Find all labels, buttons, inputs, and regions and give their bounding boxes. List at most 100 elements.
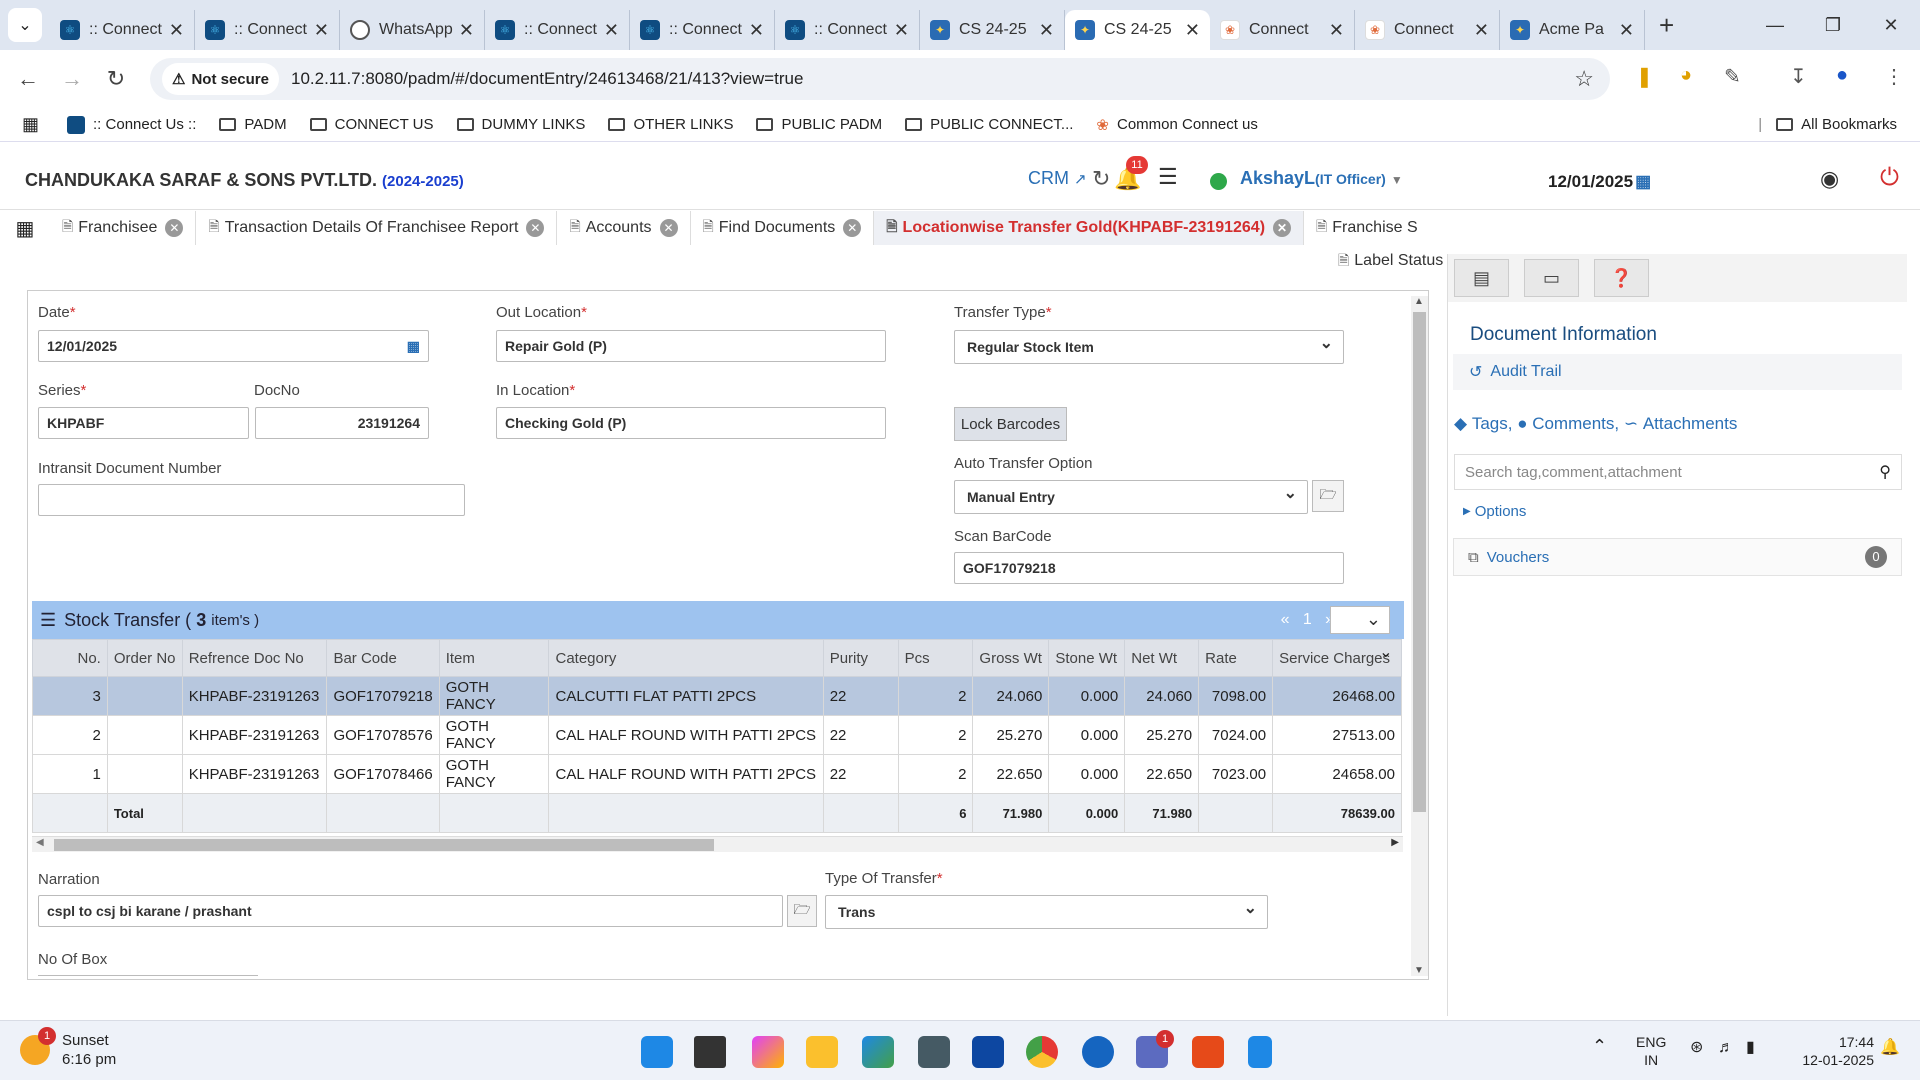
bookmark-folder[interactable]: CONNECT US xyxy=(309,116,434,133)
close-window-button[interactable]: ✕ xyxy=(1862,0,1920,50)
type-of-transfer-select[interactable]: Trans xyxy=(825,895,1268,929)
chevron-up-icon[interactable]: ⌃ xyxy=(1592,1037,1607,1055)
col-header[interactable]: Category xyxy=(548,639,824,677)
audit-trail-link[interactable]: ↺ Audit Trail xyxy=(1453,354,1902,390)
new-tab-button[interactable]: + xyxy=(1659,10,1674,41)
scroll-thumb[interactable] xyxy=(1413,312,1426,812)
col-header[interactable]: Purity xyxy=(822,639,899,677)
transfer-type-select[interactable]: Regular Stock Item xyxy=(954,330,1344,364)
scroll-thumb[interactable] xyxy=(54,839,714,851)
browser-tab[interactable]: ⚛:: Connect ✕ xyxy=(775,10,920,50)
teams-icon[interactable]: 1 xyxy=(1136,1030,1174,1068)
notification-bell-icon[interactable]: 🔔 xyxy=(1880,1039,1900,1057)
close-tab-icon[interactable]: ✕ xyxy=(659,219,678,237)
bookmark-folder[interactable]: PUBLIC PADM xyxy=(756,116,882,133)
side-tab-help[interactable]: ❓ xyxy=(1594,259,1649,297)
extension-icon[interactable]: ◕ xyxy=(1680,64,1692,87)
list-menu-icon[interactable]: ☰ xyxy=(1158,164,1178,190)
col-header[interactable]: Item xyxy=(438,639,550,677)
clock[interactable]: 17:44 12-01-2025 xyxy=(1786,1033,1874,1069)
pagination[interactable]: « 1 » xyxy=(1281,611,1334,629)
side-tab-book[interactable]: ▭ xyxy=(1524,259,1579,297)
table-row[interactable]: 3 KHPABF-23191263 GOF17079218 GOTH FANCY… xyxy=(32,676,1403,716)
download-icon[interactable]: ↧ xyxy=(1790,64,1807,89)
narration-field[interactable]: cspl to csj bi karane / prashant xyxy=(38,895,783,927)
copilot-icon[interactable] xyxy=(752,1036,784,1068)
folder-open-button[interactable]: 🗁 xyxy=(787,895,817,927)
not-secure-badge[interactable]: ⚠ Not secure xyxy=(162,63,279,95)
vertical-scrollbar[interactable]: ▲ ▼ xyxy=(1411,296,1428,976)
vnc-icon[interactable] xyxy=(918,1036,950,1068)
file-explorer-icon[interactable] xyxy=(806,1036,838,1068)
scroll-left-icon[interactable]: ◀ xyxy=(36,837,44,848)
close-icon[interactable]: ✕ xyxy=(1329,20,1344,41)
extensions-puzzle-icon[interactable]: ✎ xyxy=(1724,64,1741,89)
auto-transfer-select[interactable]: Manual Entry xyxy=(954,480,1308,514)
phone-icon[interactable] xyxy=(1082,1036,1114,1068)
col-header[interactable]: Rate xyxy=(1198,639,1274,677)
side-tab-details[interactable]: ▤ xyxy=(1454,259,1509,297)
browser-tab[interactable]: ✦ Acme Pa ✕ xyxy=(1500,10,1645,50)
close-icon[interactable]: ✕ xyxy=(1039,20,1054,41)
restore-button[interactable]: ❐ xyxy=(1804,0,1862,50)
close-tab-icon[interactable]: ✕ xyxy=(165,219,184,237)
close-icon[interactable]: ✕ xyxy=(894,20,909,41)
menu-dots-icon[interactable]: ⋮ xyxy=(1884,64,1904,89)
close-tab-icon[interactable]: ✕ xyxy=(843,219,862,237)
out-location-field[interactable]: Repair Gold (P) xyxy=(496,330,886,362)
close-icon[interactable]: ✕ xyxy=(1185,20,1200,41)
refresh-icon[interactable]: ↻ xyxy=(1092,166,1110,192)
scroll-up-icon[interactable]: ▲ xyxy=(1414,296,1424,307)
browser-tab[interactable]: ❀ Connect ✕ xyxy=(1355,10,1500,50)
all-bookmarks[interactable]: | All Bookmarks xyxy=(1758,116,1897,133)
intransit-field[interactable] xyxy=(38,484,465,516)
browser-tab[interactable]: WhatsApp ✕ xyxy=(340,10,485,50)
minimize-button[interactable]: — xyxy=(1746,0,1804,50)
close-tab-icon[interactable]: ✕ xyxy=(526,219,545,237)
header-date[interactable]: 12/01/2025 ▦ xyxy=(1548,172,1651,192)
power-icon[interactable]: ⏻ xyxy=(1880,164,1899,192)
weather-widget[interactable]: 1 Sunset 6:16 pm xyxy=(20,1027,116,1069)
browser-tab[interactable]: ⚛:: Connect ✕ xyxy=(50,10,195,50)
tab-locationwise-transfer[interactable]: 🗎 Locationwise Transfer Gold(KHPABF-23191… xyxy=(874,211,1305,245)
tab-search-button[interactable]: ⌄ xyxy=(0,0,50,50)
battery-icon[interactable]: ▮ xyxy=(1746,1039,1755,1057)
col-header[interactable]: Net Wt xyxy=(1124,639,1200,677)
bookmark-star-icon[interactable]: ☆ xyxy=(1574,66,1594,92)
horizontal-scrollbar[interactable]: ◀ ▶ xyxy=(32,836,1403,852)
options-toggle[interactable]: ▶ Options xyxy=(1453,497,1902,525)
comments-link[interactable]: Comments, xyxy=(1532,414,1619,434)
extension-icon[interactable]: ❚ xyxy=(1636,64,1653,89)
col-header[interactable]: Gross Wt xyxy=(972,639,1050,677)
tag-search-input[interactable]: Search tag,comment,attachment ⚲ xyxy=(1454,454,1902,490)
browser-tab-active[interactable]: ✦ CS 24-25 ✕ xyxy=(1065,10,1210,50)
reload-button[interactable]: ↻ xyxy=(94,66,138,92)
bookmark-folder[interactable]: OTHER LINKS xyxy=(608,116,733,133)
vouchers-row[interactable]: ⧉ Vouchers 0 xyxy=(1453,538,1902,576)
browser-tab[interactable]: ⚛:: Connect ✕ xyxy=(485,10,630,50)
scroll-down-icon[interactable]: ▼ xyxy=(1414,965,1424,976)
docno-field[interactable]: 23191264 xyxy=(255,407,429,439)
lock-barcodes-button[interactable]: Lock Barcodes xyxy=(954,407,1067,441)
col-header[interactable]: Pcs xyxy=(897,639,974,677)
bookmark-folder[interactable]: PUBLIC CONNECT... xyxy=(905,116,1073,133)
close-icon[interactable]: ✕ xyxy=(749,20,764,41)
profile-icon[interactable]: ● xyxy=(1836,64,1848,87)
apps-grid-icon[interactable]: ▦ xyxy=(22,114,39,135)
user-menu[interactable]: AkshayL(IT Officer) ▼ xyxy=(1240,168,1403,189)
calendar-icon[interactable]: ▦ xyxy=(407,338,420,355)
tab-transaction-details[interactable]: 🗎 Transaction Details Of Franchisee Repor… xyxy=(196,211,558,245)
back-button[interactable]: ← xyxy=(6,66,50,92)
close-icon[interactable]: ✕ xyxy=(604,20,619,41)
series-field[interactable]: KHPABF xyxy=(38,407,249,439)
page-size-select[interactable]: ⌄ xyxy=(1330,606,1390,634)
bookmark-folder[interactable]: DUMMY LINKS xyxy=(456,116,585,133)
browser-tab[interactable]: ⚛:: Connect ✕ xyxy=(195,10,340,50)
wps-icon[interactable] xyxy=(1192,1036,1224,1068)
tab-accounts[interactable]: 🗎 Accounts ✕ xyxy=(557,211,691,245)
tab-find-documents[interactable]: 🗎 Find Documents ✕ xyxy=(691,211,875,245)
bookmark-folder[interactable]: PADM xyxy=(219,116,287,133)
table-row[interactable]: 2 KHPABF-23191263 GOF17078576 GOTH FANCY… xyxy=(32,715,1403,755)
eye-slash-icon[interactable]: ◉ xyxy=(1820,166,1839,192)
language-indicator[interactable]: ENG IN xyxy=(1636,1033,1666,1069)
